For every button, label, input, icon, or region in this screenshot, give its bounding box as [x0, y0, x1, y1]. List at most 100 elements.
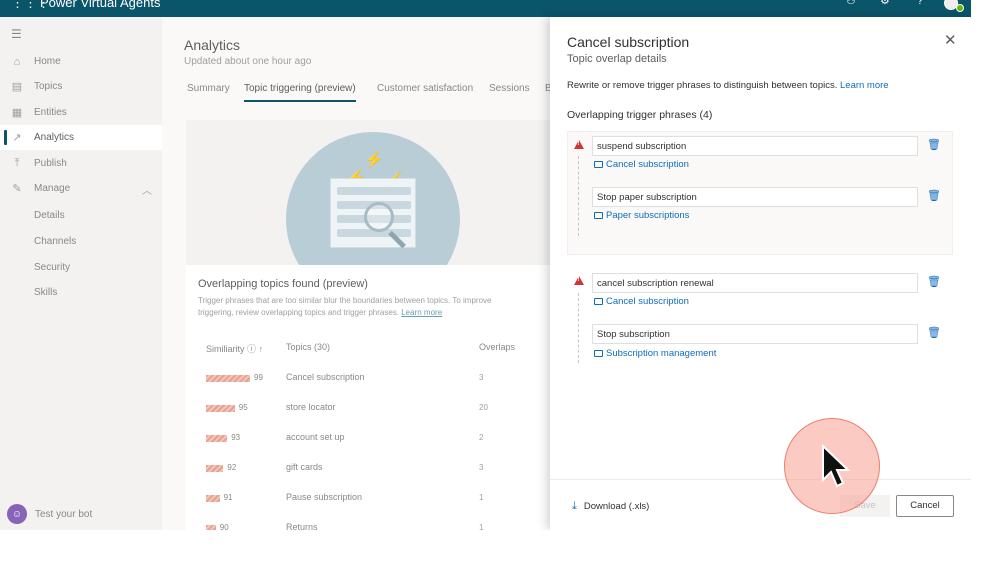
learn-more-link[interactable]: Learn more	[401, 308, 442, 317]
table-row[interactable]: 90 Returns 1	[186, 522, 566, 530]
sidebar-item-entities[interactable]: ▦ Entities	[0, 100, 162, 125]
chat-icon	[594, 298, 603, 305]
topics-icon: ▤	[11, 81, 23, 93]
overlap-title: Overlapping topics found (preview)	[198, 278, 368, 290]
help-icon[interactable]: ?	[917, 0, 923, 7]
column-header-topics[interactable]: Topics (30)	[286, 342, 330, 352]
overlap-count: 2	[479, 433, 484, 442]
tab-topic-triggering[interactable]: Topic triggering (preview)	[244, 83, 356, 102]
close-icon[interactable]: ✕	[944, 33, 957, 48]
mouse-cursor-icon	[822, 444, 851, 488]
overlap-illustration: ⚡ ⚡ ⚡	[186, 120, 566, 265]
trigger-phrase-input[interactable]: Stop subscription	[592, 324, 918, 344]
sidebar-item-analytics[interactable]: ↗ Analytics	[0, 125, 162, 150]
overlap-count: 1	[479, 523, 484, 530]
overlap-group: suspend subscription 🗑 Cancel subscripti…	[567, 131, 953, 255]
sidebar-item-label: Topics	[34, 81, 63, 92]
sidebar-subitem-details[interactable]: Details	[34, 210, 65, 221]
similarity-score: 91	[223, 493, 233, 502]
test-bot-label: Test your bot	[35, 508, 93, 520]
overlap-count: 3	[479, 373, 484, 382]
similarity-bar	[206, 405, 235, 412]
chat-icon	[594, 350, 603, 357]
table-row[interactable]: 93 account set up 2	[186, 432, 566, 462]
hamburger-icon[interactable]: ☰	[11, 27, 22, 41]
topic-link-label: Paper subscriptions	[606, 210, 690, 221]
info-icon[interactable]: ⓘ	[247, 344, 259, 354]
sidebar-item-topics[interactable]: ▤ Topics	[0, 74, 162, 99]
similarity-bar	[206, 525, 216, 530]
topic-name[interactable]: Cancel subscription	[286, 372, 365, 382]
panel-title: Cancel subscription	[567, 34, 690, 50]
topic-name[interactable]: account set up	[286, 432, 345, 442]
overlap-count: 1	[479, 493, 484, 502]
table-row[interactable]: 95 store locator 20	[186, 402, 566, 432]
topic-link[interactable]: Cancel subscription	[594, 296, 689, 307]
topic-name[interactable]: Pause subscription	[286, 492, 362, 502]
tab-summary[interactable]: Summary	[187, 83, 230, 94]
warning-icon	[574, 276, 584, 285]
similarity-score: 90	[219, 523, 229, 530]
cancel-button[interactable]: Cancel	[896, 495, 954, 517]
tab-sessions[interactable]: Sessions	[489, 83, 530, 94]
delete-icon[interactable]: 🗑	[927, 326, 941, 339]
panel-description-text: Rewrite or remove trigger phrases to dis…	[567, 80, 838, 91]
settings-icon[interactable]: ⚙	[880, 0, 890, 7]
table-row[interactable]: 92 gift cards 3	[186, 462, 566, 492]
delete-icon[interactable]: 🗑	[927, 275, 941, 288]
download-icon: ⤓	[572, 500, 577, 512]
topic-link[interactable]: Subscription management	[594, 348, 716, 359]
topic-name[interactable]: store locator	[286, 402, 336, 412]
sidebar-subitem-skills[interactable]: Skills	[34, 287, 57, 298]
top-bar: ⋮⋮⋮ Power Virtual Agents ⚇ ⚙ ?	[0, 0, 971, 17]
column-header-similarity[interactable]: Similiarity ⓘ ↑	[206, 342, 263, 355]
home-icon: ⌂	[13, 55, 21, 68]
delete-icon[interactable]: 🗑	[927, 138, 941, 151]
sidebar-subitem-security[interactable]: Security	[34, 262, 70, 273]
topic-name[interactable]: gift cards	[286, 462, 323, 472]
column-header-overlaps[interactable]: Overlaps	[479, 342, 515, 352]
trigger-phrase-input[interactable]: suspend subscription	[592, 136, 918, 156]
updated-text: Updated about one hour ago	[184, 56, 312, 67]
chevron-up-icon[interactable]: ︿	[142, 182, 152, 197]
presence-status-icon	[956, 4, 964, 12]
bot-icon[interactable]: ⚇	[846, 0, 856, 7]
similarity-score: 93	[231, 433, 241, 442]
topic-overlap-panel: Cancel subscription Topic overlap detail…	[550, 17, 971, 530]
main-content: Analytics Updated about one hour ago Sum…	[162, 17, 566, 530]
learn-more-link[interactable]: Learn more	[840, 80, 889, 91]
sidebar-item-manage[interactable]: ✎ Manage ︿	[0, 176, 162, 201]
analytics-icon: ↗	[12, 132, 22, 144]
overlap-desc-text: Trigger phrases that are too similar blu…	[198, 296, 492, 317]
sidebar-item-home[interactable]: ⌂ Home	[0, 49, 162, 74]
download-button[interactable]: ⤓ Download (.xls)	[572, 500, 649, 513]
sidebar-item-publish[interactable]: ⤒ Publish	[0, 151, 162, 176]
page-title: Analytics	[184, 37, 241, 53]
topic-link-label: Subscription management	[606, 348, 717, 359]
sidebar-subitem-channels[interactable]: Channels	[34, 236, 76, 247]
test-bot-button[interactable]: ☺ Test your bot	[7, 504, 92, 524]
tab-customer-satisfaction[interactable]: Customer satisfaction	[377, 83, 473, 94]
sort-arrow-icon[interactable]: ↑	[259, 344, 264, 354]
sidebar-item-label: Home	[34, 56, 61, 67]
sidebar-item-label: Entities	[34, 107, 67, 118]
table-row[interactable]: 99 Cancel subscription 3	[186, 372, 566, 402]
trigger-phrase-input[interactable]: cancel subscription renewal	[592, 273, 918, 293]
app-title: Power Virtual Agents	[40, 0, 161, 10]
topic-name[interactable]: Returns	[286, 522, 318, 530]
topic-link[interactable]: Paper subscriptions	[594, 210, 689, 221]
trigger-phrase-input[interactable]: Stop paper subscription	[592, 187, 918, 207]
delete-icon[interactable]: 🗑	[927, 189, 941, 202]
topic-link[interactable]: Cancel subscription	[594, 159, 689, 170]
sidebar-item-label: Analytics	[34, 132, 75, 143]
footer-divider	[550, 479, 971, 480]
lightning-icon: ⚡	[364, 152, 384, 169]
sidebar-item-label: Publish	[34, 158, 67, 169]
manage-icon: ✎	[12, 183, 22, 195]
similarity-score: 92	[227, 463, 237, 472]
chat-icon	[594, 161, 603, 168]
bot-icon: ☺	[7, 504, 27, 524]
section-title: Overlapping trigger phrases (4)	[567, 109, 713, 121]
table-row[interactable]: 91 Pause subscription 1	[186, 492, 566, 522]
similarity-bar	[206, 465, 224, 472]
